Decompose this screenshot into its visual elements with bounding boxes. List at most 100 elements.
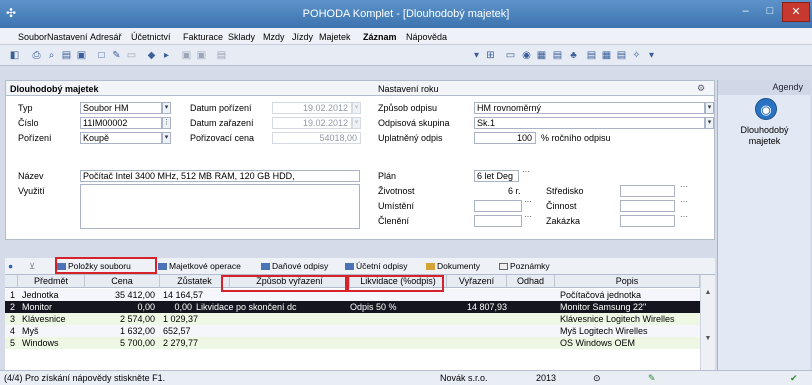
- wizard-icon[interactable]: ✧: [630, 49, 643, 62]
- cell-popis[interactable]: Myš Logitech Wirelles: [560, 325, 648, 337]
- table-row-selected[interactable]: 2 Monitor 0,00 0,00 Likvidace po skončen…: [5, 301, 705, 313]
- filter-clear-icon[interactable]: ▤: [615, 49, 628, 62]
- cell-predmet[interactable]: Windows: [22, 337, 59, 349]
- document-icon[interactable]: ▭: [504, 49, 517, 62]
- agenda-dlouhodoby-majetek-label[interactable]: Dlouhodobý majetek: [718, 125, 811, 147]
- cell-popis[interactable]: OS Windows OEM: [560, 337, 635, 349]
- cell-predmet[interactable]: Myš: [22, 325, 39, 337]
- cleneni-field[interactable]: [474, 215, 522, 227]
- cell-zustatek[interactable]: 652,57: [163, 325, 191, 337]
- cell-cena[interactable]: 0,00: [85, 301, 155, 313]
- column-header-cena[interactable]: Cena: [85, 275, 160, 288]
- typ-select[interactable]: Soubor HM: [80, 102, 162, 114]
- report-icon[interactable]: ▤: [551, 49, 564, 62]
- tab-dokumenty[interactable]: Dokumenty: [426, 261, 480, 271]
- menu-majetek[interactable]: Majetek: [319, 32, 351, 42]
- plan-select[interactable]: 6 let Deg: [474, 170, 519, 182]
- preview-icon[interactable]: ⌕: [45, 49, 58, 62]
- tab-majetkove-operace[interactable]: Majetkové operace: [158, 261, 241, 271]
- menu-mzdy[interactable]: Mzdy: [263, 32, 285, 42]
- expand-icon[interactable]: ●: [8, 261, 13, 271]
- odpisova-skupina-select[interactable]: Sk.1: [474, 117, 705, 129]
- print-icon[interactable]: ⎙: [30, 49, 43, 62]
- cell-cena[interactable]: 1 632,00: [85, 325, 155, 337]
- delete-icon[interactable]: ▭: [125, 49, 138, 62]
- cell-zustatek[interactable]: 0,00: [160, 301, 192, 313]
- table-row[interactable]: 3 Klávesnice 2 574,00 1 029,37 Klávesnic…: [5, 313, 705, 325]
- umisteni-picker-icon[interactable]: ···: [524, 198, 532, 212]
- cell-likvidace[interactable]: Odpis 50 %: [350, 301, 397, 313]
- cislo-picker-icon[interactable]: ⋮: [162, 117, 171, 129]
- cell-popis[interactable]: Počítačová jednotka: [560, 289, 641, 301]
- menu-fakturace[interactable]: Fakturace: [183, 32, 223, 42]
- new-record-icon[interactable]: □: [95, 49, 108, 62]
- green-globe-icon[interactable]: ◉: [520, 49, 533, 62]
- zakazka-field[interactable]: [620, 215, 675, 227]
- filter-icon[interactable]: ⊻: [29, 261, 35, 272]
- cell-cena[interactable]: 2 574,00: [85, 313, 155, 325]
- zakazka-picker-icon[interactable]: ···: [680, 213, 688, 227]
- menu-jizdy[interactable]: Jízdy: [292, 32, 313, 42]
- edit-icon[interactable]: ✎: [110, 49, 123, 62]
- column-header-vyrazeni[interactable]: Vyřazení: [447, 275, 507, 288]
- filter-icon[interactable]: ▤: [585, 49, 598, 62]
- cell-zustatek[interactable]: 1 029,37: [163, 313, 198, 325]
- minimize-button[interactable]: –: [733, 2, 758, 22]
- table-row[interactable]: 5 Windows 5 700,00 2 279,77 OS Windows O…: [5, 337, 705, 349]
- datum-porizeni-calendar-icon[interactable]: ▾: [352, 102, 361, 114]
- cell-vyrazeni[interactable]: 14 807,93: [447, 301, 507, 313]
- stredisko-picker-icon[interactable]: ···: [680, 183, 688, 197]
- cell-popis[interactable]: Monitor Samsung 22": [560, 301, 646, 313]
- more-arrow-icon[interactable]: ▾: [645, 49, 658, 62]
- datum-zarazeni-field[interactable]: 19.02.2012: [272, 117, 352, 129]
- tab-ucetni-odpisy[interactable]: Účetní odpisy: [345, 261, 408, 271]
- odpisova-skupina-dropdown-icon[interactable]: ▾: [705, 117, 714, 129]
- grid-vertical-scrollbar[interactable]: ▲ ▼: [700, 275, 715, 370]
- calculator-icon[interactable]: ⊞: [484, 49, 497, 62]
- users-icon[interactable]: ♣: [567, 49, 580, 62]
- porizeni-dropdown-icon[interactable]: ▾: [162, 132, 171, 144]
- lock-icon[interactable]: ▣: [75, 49, 88, 62]
- cislo-field[interactable]: 11IM00002: [80, 117, 162, 129]
- cinnost-field[interactable]: [620, 200, 675, 212]
- datum-zarazeni-calendar-icon[interactable]: ▾: [352, 117, 361, 129]
- tab-danove-odpisy[interactable]: Daňové odpisy: [261, 261, 328, 271]
- menu-nastaveni[interactable]: Nastavení: [47, 32, 88, 42]
- cell-predmet[interactable]: Jednotka: [22, 289, 59, 301]
- stredisko-field[interactable]: [620, 185, 675, 197]
- refresh-icon[interactable]: ▤: [215, 49, 228, 62]
- cell-predmet[interactable]: Monitor: [22, 301, 52, 313]
- typ-dropdown-icon[interactable]: ▾: [162, 102, 171, 114]
- column-header-predmet[interactable]: Předmět: [18, 275, 85, 288]
- cell-cena[interactable]: 35 412,00: [85, 289, 155, 301]
- tab-poznamky[interactable]: Poznámky: [499, 261, 550, 271]
- zpusob-odpisu-dropdown-icon[interactable]: ▾: [705, 102, 714, 114]
- column-header-zustatek[interactable]: Zůstatek: [160, 275, 230, 288]
- scroll-up-icon[interactable]: ▲: [701, 289, 715, 296]
- table-row[interactable]: 4 Myš 1 632,00 652,57 Myš Logitech Wirel…: [5, 325, 705, 337]
- menu-soubor[interactable]: Soubor: [18, 32, 47, 42]
- nazev-field[interactable]: Počítač Intel 3400 MHz, 512 MB RAM, 120 …: [80, 170, 360, 182]
- cell-zpusob-vyrazeni[interactable]: Likvidace po skončení dc: [196, 301, 346, 313]
- menu-napoveda[interactable]: Nápověda: [406, 32, 447, 42]
- agenda-icon-button[interactable]: ◧: [8, 49, 21, 62]
- umisteni-field[interactable]: [474, 200, 522, 212]
- dropdown-arrow-icon[interactable]: ▾: [470, 49, 483, 62]
- uplatneny-odpis-field[interactable]: 100: [474, 132, 536, 144]
- column-header-popis[interactable]: Popis: [555, 275, 700, 288]
- agenda-dlouhodoby-majetek-icon[interactable]: ◉: [755, 98, 777, 120]
- cancel-icon[interactable]: ▣: [195, 49, 208, 62]
- maximize-button[interactable]: □: [758, 2, 782, 22]
- menu-zaznam[interactable]: Záznam: [363, 32, 397, 42]
- cell-popis[interactable]: Klávesnice Logitech Wirelles: [560, 313, 675, 325]
- porizeni-select[interactable]: Koupě: [80, 132, 162, 144]
- cell-zustatek[interactable]: 2 279,77: [163, 337, 198, 349]
- settings-gear-icon[interactable]: ⚙: [697, 83, 705, 94]
- grid-icon[interactable]: ▦: [535, 49, 548, 62]
- cinnost-picker-icon[interactable]: ···: [680, 198, 688, 212]
- scroll-down-icon[interactable]: ▼: [701, 335, 715, 342]
- cell-zustatek[interactable]: 14 164,57: [163, 289, 203, 301]
- column-header-odhad[interactable]: Odhad: [507, 275, 555, 288]
- save-icon[interactable]: ▣: [180, 49, 193, 62]
- cleneni-picker-icon[interactable]: ···: [524, 213, 532, 227]
